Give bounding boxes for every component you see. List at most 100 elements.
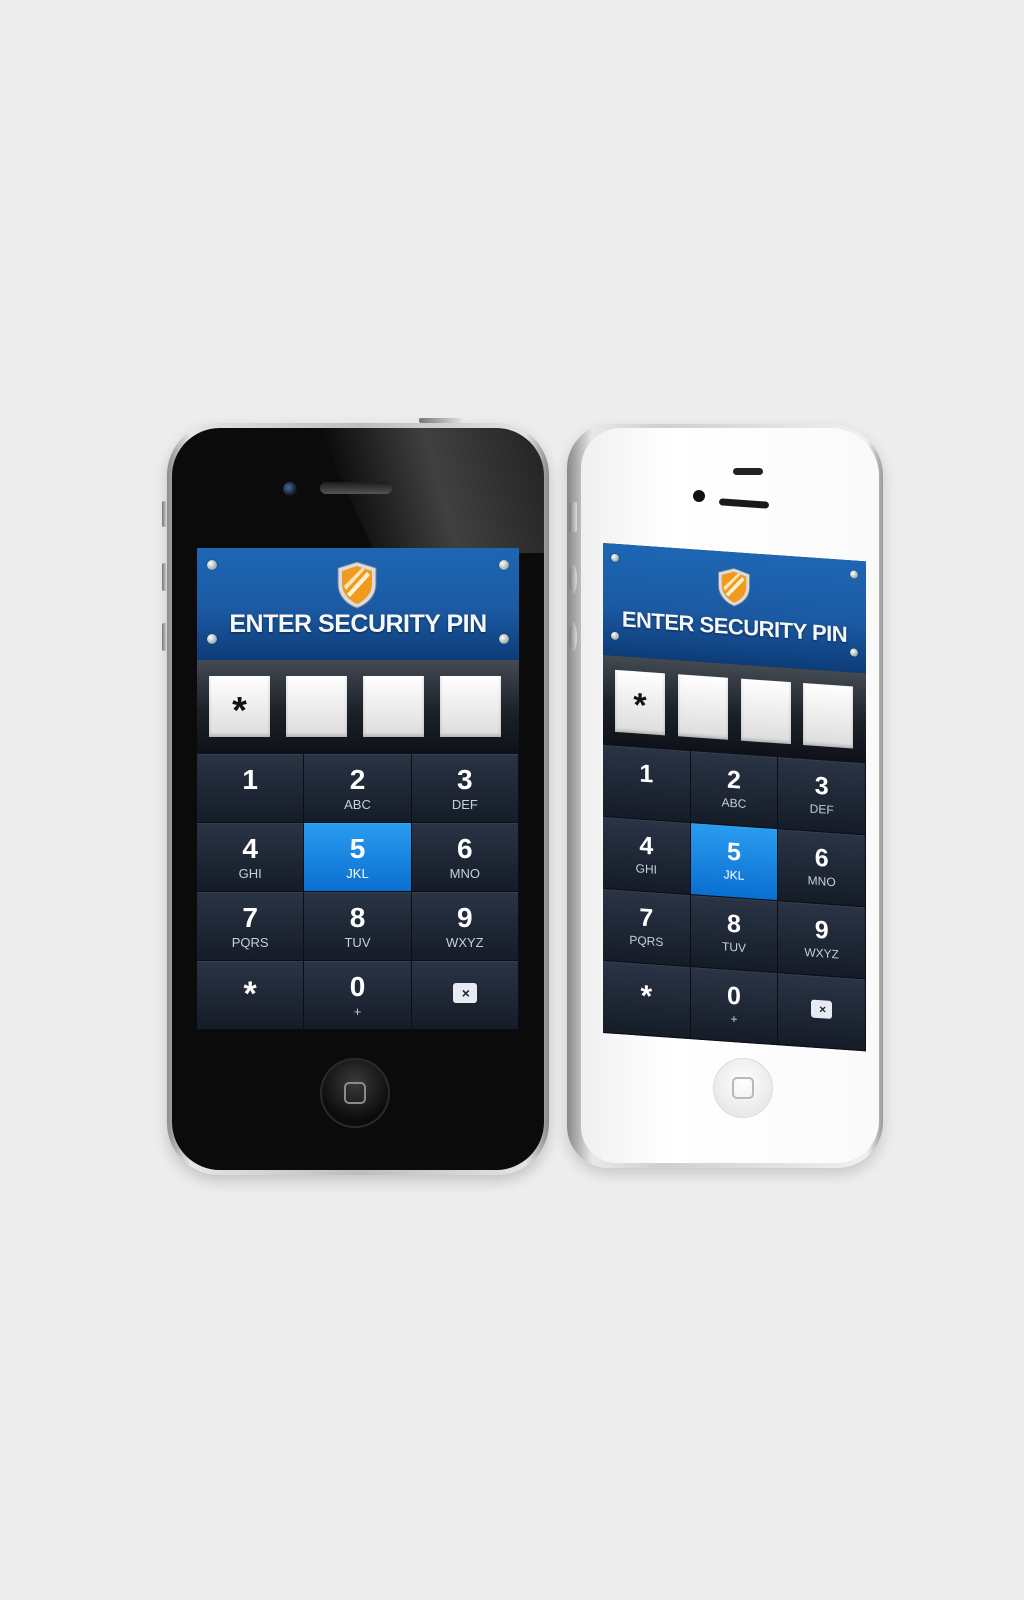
key-number: 8 [349, 902, 366, 933]
home-square-icon [344, 1082, 366, 1104]
key-2[interactable]: 2 ABC [690, 751, 779, 830]
earpiece-speaker [718, 498, 770, 509]
key-5[interactable]: 5 JKL [690, 823, 779, 902]
key-9[interactable]: 9 WXYZ [778, 901, 866, 980]
key-8[interactable]: 8 TUV [304, 892, 412, 961]
key-star[interactable]: * [603, 961, 691, 1040]
delete-icon: × [811, 999, 833, 1020]
key-3[interactable]: 3 DEF [778, 757, 866, 836]
screen-title: ENTER SECURITY PIN [621, 606, 848, 648]
key-6[interactable]: 6 MNO [778, 829, 866, 908]
key-4[interactable]: 4 GHI [603, 817, 691, 896]
header-panel: ENTER SECURITY PIN [603, 543, 866, 674]
key-7[interactable]: 7 PQRS [197, 892, 305, 961]
screw-icon [850, 570, 858, 579]
key-9[interactable]: 9 WXYZ [411, 892, 519, 961]
key-number: 0 [349, 971, 366, 1002]
shield-icon [718, 567, 750, 607]
delete-icon: × [452, 983, 477, 1003]
key-number: * [243, 975, 257, 1013]
sensor-slot [733, 468, 763, 475]
pin-screen: ENTER SECURITY PIN * 1 2 ABC 3 DEF 4 GHI 5 J… [197, 548, 519, 1030]
home-button [713, 1058, 773, 1118]
screen-title: ENTER SECURITY PIN [229, 610, 487, 638]
phone-body: ENTER SECURITY PIN * 1 2 ABC 3 DEF 4 GHI 5J… [581, 428, 879, 1163]
screw-icon [850, 648, 858, 657]
black-iphone: ENTER SECURITY PIN * 1 2 ABC 3 DEF 4 GHI 5 J… [162, 418, 549, 1175]
pin-digit-box [741, 678, 791, 745]
pin-entry-bar: * [197, 660, 519, 754]
key-6[interactable]: 6 MNO [411, 823, 519, 892]
key-number: 3 [457, 764, 473, 795]
key-number: 5 [349, 833, 366, 864]
home-button [320, 1058, 390, 1128]
key-2[interactable]: 2 ABC [304, 754, 412, 823]
pin-digit-box: * [209, 676, 270, 737]
key-letters: PQRS [231, 935, 269, 950]
front-camera [693, 490, 705, 502]
key-number: 2 [727, 765, 741, 795]
delete-key[interactable]: × [411, 961, 519, 1030]
white-iphone: ENTER SECURITY PIN * 1 2 ABC 3 DEF 4 GHI 5J… [567, 424, 883, 1168]
phone-body: ENTER SECURITY PIN * 1 2 ABC 3 DEF 4 GHI 5 J… [172, 428, 544, 1170]
key-8[interactable]: 8 TUV [690, 895, 779, 974]
key-0[interactable]: 0 + [304, 961, 412, 1030]
power-button [419, 418, 461, 423]
key-letters: ABC [344, 797, 371, 812]
key-letters: + [353, 1004, 362, 1019]
key-number: 0 [727, 981, 741, 1011]
key-number: * [640, 979, 653, 1014]
key-number: 4 [639, 831, 654, 861]
key-number: 4 [242, 833, 258, 864]
key-number: 7 [242, 902, 258, 933]
front-camera [283, 482, 297, 496]
screw-icon [207, 560, 217, 570]
key-letters: DEF [451, 797, 478, 812]
screw-icon [499, 560, 509, 570]
key-number: 3 [814, 771, 829, 801]
home-square-icon [732, 1077, 754, 1099]
key-star[interactable]: * [197, 961, 305, 1030]
header-panel: ENTER SECURITY PIN [197, 548, 519, 660]
pin-digit-box [286, 676, 347, 737]
key-letters: WXYZ [446, 935, 484, 950]
key-5[interactable]: 5 JKL [304, 823, 412, 892]
shield-icon [337, 561, 377, 609]
volume-down-button [162, 623, 167, 651]
key-letters: TUV [344, 935, 371, 950]
key-letters: MNO [449, 866, 480, 881]
pin-digit-box [678, 674, 728, 740]
key-number: 9 [457, 902, 473, 933]
earpiece-speaker [320, 482, 392, 494]
volume-up-button [162, 563, 167, 591]
key-letters: GHI [238, 866, 262, 881]
mute-switch [162, 501, 167, 527]
pin-digit-box: * [615, 669, 665, 736]
key-number: 2 [349, 764, 366, 795]
key-7[interactable]: 7 PQRS [603, 889, 691, 968]
delete-key[interactable]: × [778, 973, 866, 1052]
keypad: 1 2 ABC 3 DEF 4 GHI 5 JKL 6 MNO 7 PQRS 8 TUV 9 W… [197, 754, 519, 1030]
key-number: 1 [242, 764, 258, 795]
key-number: 9 [814, 915, 829, 945]
key-number: 5 [727, 837, 741, 867]
screw-icon [611, 553, 619, 563]
key-0[interactable]: 0 + [690, 967, 779, 1046]
pin-digit-box [440, 676, 501, 737]
screw-icon [611, 631, 619, 641]
volume-down-button [569, 622, 577, 652]
pin-digit-box [363, 676, 424, 737]
key-3[interactable]: 3 DEF [411, 754, 519, 823]
pin-digit-box [803, 682, 853, 749]
key-number: 6 [457, 833, 473, 864]
keypad: 1 2 ABC 3 DEF 4 GHI 5 JKL 6 MNO 7 PQRS 8 TUV 9W… [603, 745, 866, 1052]
key-number: 8 [727, 909, 741, 939]
key-letters: JKL [346, 866, 369, 881]
key-1[interactable]: 1 [603, 745, 691, 824]
pin-screen: ENTER SECURITY PIN * 1 2 ABC 3 DEF 4 GHI 5J… [603, 543, 866, 1052]
mute-switch [569, 502, 577, 532]
key-1[interactable]: 1 [197, 754, 305, 823]
volume-up-button [569, 564, 577, 594]
key-4[interactable]: 4 GHI [197, 823, 305, 892]
key-number: 1 [639, 759, 654, 789]
